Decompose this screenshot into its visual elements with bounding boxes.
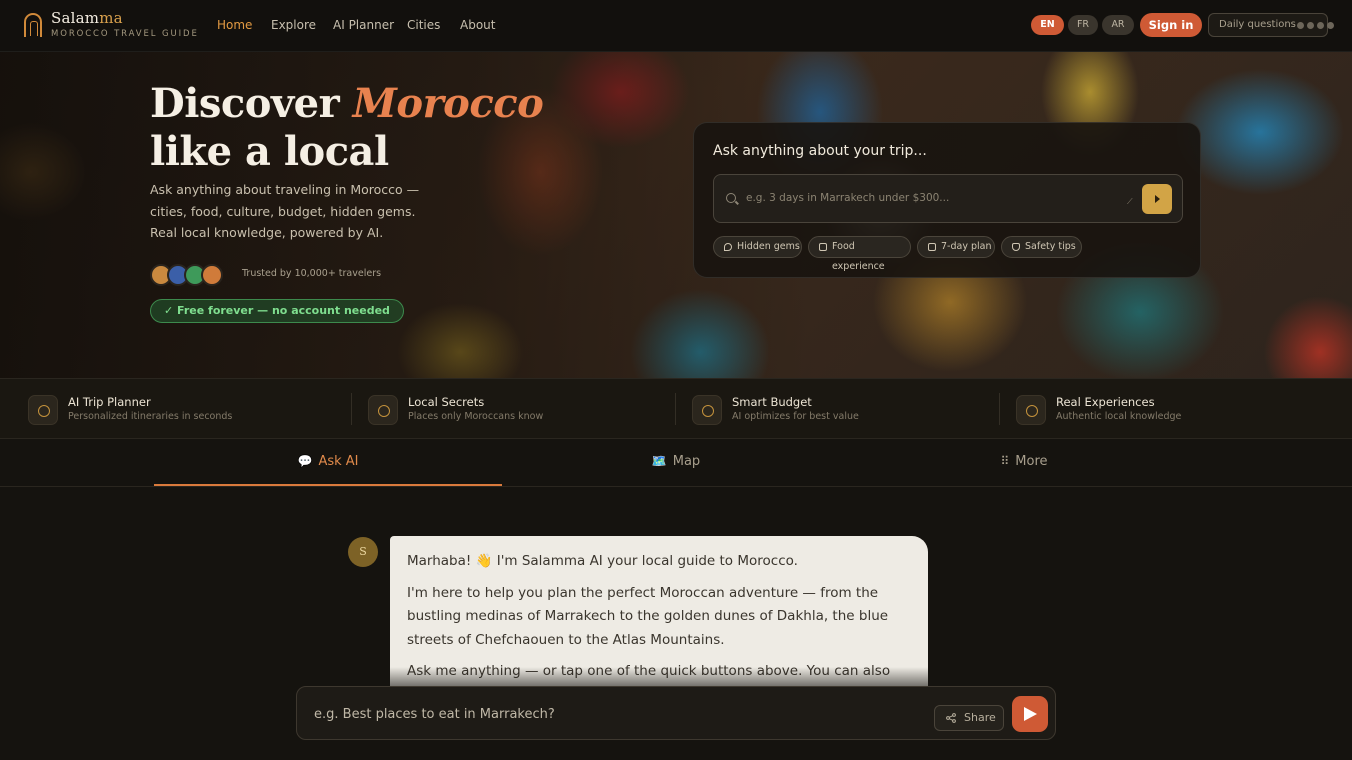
people-icon xyxy=(1016,395,1046,425)
hero-section: Discover Morocco like a local Ask anythi… xyxy=(0,52,1352,378)
divider xyxy=(351,393,352,425)
ask-card: Ask anything about your trip... e.g. 3 d… xyxy=(693,122,1201,278)
lang-en-button[interactable]: EN xyxy=(1031,15,1064,35)
message-paragraph: I'm here to help you plan the perfect Mo… xyxy=(407,584,889,648)
hero-description: Ask anything about traveling in Morocco … xyxy=(150,182,420,240)
sign-in-button[interactable]: Sign in xyxy=(1140,13,1202,37)
top-nav: Salamma MOROCCO TRAVEL GUIDE Home Explor… xyxy=(0,0,1352,52)
ask-submit-button[interactable] xyxy=(1142,184,1172,214)
daily-questions-label: Daily questions xyxy=(1219,19,1296,30)
feature-title: Local Secrets xyxy=(408,395,485,409)
ask-card-title: Ask anything about your trip... xyxy=(713,143,927,159)
trusted-text: Trusted by 10,000+ travelers xyxy=(242,268,382,279)
avatar xyxy=(201,264,223,286)
nav-link-about[interactable]: About xyxy=(460,18,495,32)
feature-strip: AI Trip Planner Personalized itineraries… xyxy=(0,378,1352,439)
feature-title: Real Experiences xyxy=(1056,395,1155,409)
lang-ar-button[interactable]: AR xyxy=(1102,15,1134,35)
share-icon xyxy=(946,713,956,723)
nav-link-cities[interactable]: Cities xyxy=(407,18,440,32)
send-button[interactable] xyxy=(1012,696,1048,732)
nav-link-ai-planner[interactable]: AI Planner xyxy=(333,18,394,32)
divider xyxy=(999,393,1000,425)
traveler-avatars xyxy=(150,264,230,286)
daily-questions-indicator: Daily questions xyxy=(1208,13,1334,37)
tab-map[interactable]: 🗺️ Map xyxy=(502,439,850,486)
chat-panel: S Marhaba! 👋 I'm Salamma AI your local g… xyxy=(0,487,1352,760)
feature-subtitle: Authentic local knowledge xyxy=(1056,411,1182,422)
trip-question-placeholder: e.g. 3 days in Marrakech under $300... xyxy=(746,192,950,204)
feature-subtitle: Personalized itineraries in seconds xyxy=(68,411,233,422)
quota-dot xyxy=(1317,22,1324,29)
chat-bubble-icon: 💬 xyxy=(297,454,313,468)
shield-icon xyxy=(1012,243,1020,251)
pin-icon xyxy=(724,243,732,251)
message-paragraph: Marhaba! 👋 I'm Salamma AI your local gui… xyxy=(407,553,798,569)
nav-link-explore[interactable]: Explore xyxy=(271,18,316,32)
search-icon xyxy=(726,193,736,203)
chat-composer: e.g. Best places to eat in Marrakech? Sh… xyxy=(296,686,1056,740)
chip-7-day-plan[interactable]: 7-day plan xyxy=(917,236,995,258)
utensils-icon xyxy=(819,243,827,251)
chip-food-experience[interactable]: Food experience xyxy=(808,236,911,272)
tab-ask-ai[interactable]: 💬 Ask AI xyxy=(154,439,502,486)
pin-icon xyxy=(368,395,398,425)
assistant-avatar: S xyxy=(348,537,378,567)
divider xyxy=(675,393,676,425)
quota-dot xyxy=(1327,22,1334,29)
chip-hidden-gems[interactable]: Hidden gems xyxy=(713,236,802,258)
trip-question-input[interactable]: e.g. 3 days in Marrakech under $300... ⟋ xyxy=(713,174,1183,223)
feature-title: Smart Budget xyxy=(732,395,812,409)
resize-handle-icon[interactable]: ⟋ xyxy=(1127,197,1133,207)
calendar-icon xyxy=(928,243,936,251)
feature-title: AI Trip Planner xyxy=(68,395,151,409)
lang-fr-button[interactable]: FR xyxy=(1068,15,1098,35)
tab-more[interactable]: ⠿ More xyxy=(850,439,1198,486)
share-button[interactable]: Share xyxy=(934,705,1004,731)
logo-arch-icon[interactable] xyxy=(24,13,42,37)
feature-subtitle: AI optimizes for best value xyxy=(732,411,859,422)
quota-dot xyxy=(1307,22,1314,29)
star-icon xyxy=(28,395,58,425)
feature-subtitle: Places only Moroccans know xyxy=(408,411,544,422)
chip-safety-tips[interactable]: Safety tips xyxy=(1001,236,1082,258)
content-tabs: 💬 Ask AI 🗺️ Map ⠿ More xyxy=(0,439,1352,487)
map-icon: 🗺️ xyxy=(651,454,667,468)
brand-name[interactable]: Salamma xyxy=(51,9,123,27)
free-badge: ✓ Free forever — no account needed xyxy=(150,299,404,323)
quota-dot xyxy=(1297,22,1304,29)
clock-icon xyxy=(692,395,722,425)
hero-title: Discover Morocco like a local xyxy=(150,80,544,175)
nav-link-home[interactable]: Home xyxy=(217,18,252,32)
chat-input[interactable]: e.g. Best places to eat in Marrakech? xyxy=(314,707,555,722)
grid-icon: ⠿ xyxy=(1000,454,1010,468)
brand-subtitle: MOROCCO TRAVEL GUIDE xyxy=(51,29,199,39)
